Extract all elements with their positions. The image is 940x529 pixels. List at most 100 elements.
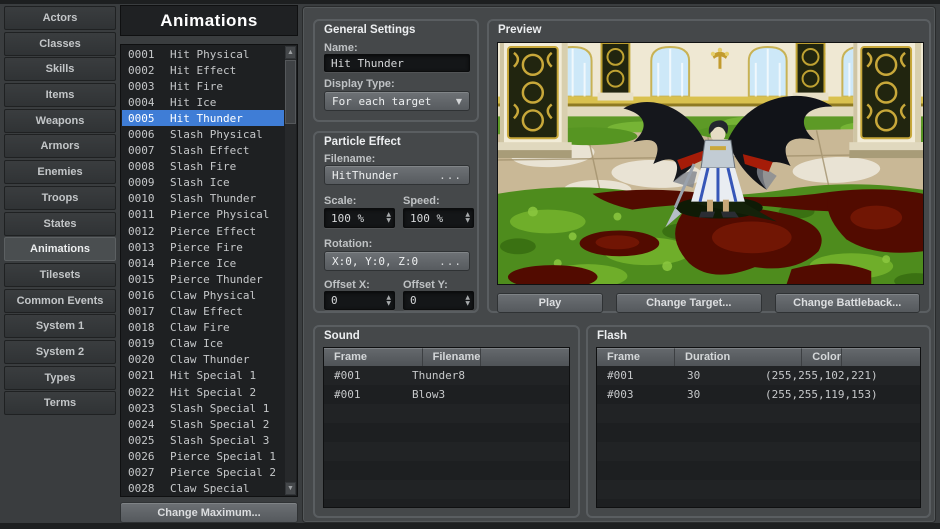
animation-list-item[interactable]: 0007 Slash Effect bbox=[122, 143, 284, 159]
animation-list-item[interactable]: 0006 Slash Physical bbox=[122, 126, 284, 142]
animations-listbox: 0001 Hit Physical 0002 Hit Effect 0003 H… bbox=[120, 44, 298, 497]
preview-actions: Play Change Target... Change Battleback.… bbox=[497, 293, 920, 313]
flash-row[interactable]: #003 30 (255,255,119,153) bbox=[597, 385, 920, 404]
sidebar-tab[interactable]: Tilesets bbox=[4, 263, 116, 287]
display-type-select[interactable]: For each target ▼ bbox=[324, 91, 470, 111]
animation-list-item[interactable]: 0008 Slash Fire bbox=[122, 159, 284, 175]
animation-list-item[interactable]: 0004 Hit Ice bbox=[122, 94, 284, 110]
preview-action-button[interactable]: Change Battleback... bbox=[775, 293, 921, 313]
scrollbar-thumb[interactable] bbox=[285, 60, 296, 124]
animation-list-item[interactable]: 0014 Pierce Ice bbox=[122, 255, 284, 271]
spinner-down-icon[interactable]: ▼ bbox=[386, 301, 391, 307]
sound-column-header: Frame bbox=[324, 348, 423, 366]
sidebar-tab[interactable]: Weapons bbox=[4, 109, 116, 133]
animation-name: Slash Special 3 bbox=[170, 434, 269, 447]
flash-header-gutter bbox=[842, 348, 920, 366]
change-maximum-button[interactable]: Change Maximum... bbox=[120, 502, 298, 523]
animation-list-item[interactable]: 0003 Hit Fire bbox=[122, 78, 284, 94]
animation-list-item[interactable]: 0021 Hit Special 1 bbox=[122, 368, 284, 384]
animation-id: 0006 bbox=[128, 128, 158, 141]
scale-spinbox[interactable]: 100 % ▲ ▼ bbox=[324, 208, 395, 228]
speed-value: 100 % bbox=[410, 212, 443, 225]
speed-spinbox[interactable]: 100 % ▲ ▼ bbox=[403, 208, 474, 228]
rotation-browse-field[interactable]: X:0, Y:0, Z:0 ... bbox=[324, 251, 470, 271]
animations-list: 0001 Hit Physical 0002 Hit Effect 0003 H… bbox=[122, 46, 284, 495]
animation-list-item[interactable]: 0011 Pierce Physical bbox=[122, 207, 284, 223]
animation-list-item[interactable]: 0025 Slash Special 3 bbox=[122, 432, 284, 448]
animation-name: Claw Ice bbox=[170, 337, 223, 350]
animations-database-window: Actors Classes Skills Items Weapons Armo… bbox=[0, 0, 940, 529]
sidebar-tab[interactable]: System 2 bbox=[4, 340, 116, 364]
animation-id: 0001 bbox=[128, 48, 158, 61]
animation-id: 0025 bbox=[128, 434, 158, 447]
offset-y-spinner[interactable]: ▲ ▼ bbox=[465, 292, 470, 309]
animation-list-item[interactable]: 0019 Claw Ice bbox=[122, 336, 284, 352]
animation-list-item[interactable]: 0015 Pierce Thunder bbox=[122, 271, 284, 287]
sidebar-tab[interactable]: Classes bbox=[4, 32, 116, 56]
ellipsis-icon: ... bbox=[439, 255, 462, 268]
sidebar-tab[interactable]: Enemies bbox=[4, 160, 116, 184]
animation-list-item[interactable]: 0009 Slash Ice bbox=[122, 175, 284, 191]
animation-list-item[interactable]: 0010 Slash Thunder bbox=[122, 191, 284, 207]
sidebar-tab[interactable]: Animations bbox=[4, 237, 116, 261]
sidebar-tab[interactable]: Armors bbox=[4, 134, 116, 158]
flash-frame-cell: #001 bbox=[597, 369, 677, 382]
offset-x-spinner[interactable]: ▲ ▼ bbox=[386, 292, 391, 309]
scrollbar-track[interactable] bbox=[285, 59, 296, 482]
sidebar-tab-label: Tilesets bbox=[40, 269, 81, 281]
animation-list-item[interactable]: 0012 Pierce Effect bbox=[122, 223, 284, 239]
sidebar-tab[interactable]: States bbox=[4, 212, 116, 236]
sidebar-tab[interactable]: System 1 bbox=[4, 314, 116, 338]
sound-row[interactable]: #001 Thunder8 bbox=[324, 366, 569, 385]
offset-y-value: 0 bbox=[410, 294, 417, 307]
animation-id: 0026 bbox=[128, 450, 158, 463]
animation-id: 0015 bbox=[128, 273, 158, 286]
sidebar-tab[interactable]: Items bbox=[4, 83, 116, 107]
animation-list-item[interactable]: 0001 Hit Physical bbox=[122, 46, 284, 62]
spinner-down-icon[interactable]: ▼ bbox=[465, 301, 470, 307]
animation-list-item[interactable]: 0023 Slash Special 1 bbox=[122, 400, 284, 416]
sidebar-tab[interactable]: Troops bbox=[4, 186, 116, 210]
preview-image bbox=[497, 42, 924, 285]
sidebar-tab[interactable]: Common Events bbox=[4, 289, 116, 313]
offset-x-spinbox[interactable]: 0 ▲ ▼ bbox=[324, 291, 395, 310]
preview-action-button[interactable]: Change Target... bbox=[616, 293, 762, 313]
animation-list-item[interactable]: 0002 Hit Effect bbox=[122, 62, 284, 78]
scroll-up-icon[interactable]: ▲ bbox=[285, 46, 296, 59]
animation-id: 0024 bbox=[128, 418, 158, 431]
name-input[interactable]: Hit Thunder bbox=[324, 54, 470, 72]
animation-list-item[interactable]: 0027 Pierce Special 2 bbox=[122, 464, 284, 480]
list-scrollbar[interactable]: ▲ ▼ bbox=[285, 46, 296, 495]
scale-spinner[interactable]: ▲ ▼ bbox=[386, 209, 391, 227]
sidebar-tab[interactable]: Terms bbox=[4, 391, 116, 415]
preview-action-button[interactable]: Play bbox=[497, 293, 603, 313]
animation-list-item[interactable]: 0022 Hit Special 2 bbox=[122, 384, 284, 400]
animation-list-item[interactable]: 0028 Claw Special bbox=[122, 481, 284, 495]
scroll-down-icon[interactable]: ▼ bbox=[285, 482, 296, 495]
offset-y-spinbox[interactable]: 0 ▲ ▼ bbox=[403, 291, 474, 310]
sidebar-tab[interactable]: Actors bbox=[4, 6, 116, 30]
filename-browse-field[interactable]: HitThunder ... bbox=[324, 165, 470, 185]
sound-header-gutter bbox=[481, 348, 569, 366]
flash-table-header: Frame Duration Color bbox=[597, 348, 920, 366]
animation-list-item[interactable]: 0016 Claw Physical bbox=[122, 287, 284, 303]
animation-list-item[interactable]: 0020 Claw Thunder bbox=[122, 352, 284, 368]
flash-table[interactable]: Frame Duration Color #001 30 bbox=[596, 347, 921, 508]
sound-row[interactable]: #001 Blow3 bbox=[324, 385, 569, 404]
sidebar-tab[interactable]: Skills bbox=[4, 57, 116, 81]
spinner-down-icon[interactable]: ▼ bbox=[465, 218, 470, 224]
sound-table[interactable]: Frame Filename #001 Thunder8 bbox=[323, 347, 570, 508]
particle-effect-title: Particle Effect bbox=[324, 136, 401, 148]
animation-list-item[interactable]: 0017 Claw Effect bbox=[122, 304, 284, 320]
animation-id: 0007 bbox=[128, 144, 158, 157]
speed-spinner[interactable]: ▲ ▼ bbox=[465, 209, 470, 227]
animation-list-item[interactable]: 0013 Pierce Fire bbox=[122, 239, 284, 255]
spinner-down-icon[interactable]: ▼ bbox=[386, 218, 391, 224]
animation-list-item[interactable]: 0024 Slash Special 2 bbox=[122, 416, 284, 432]
sidebar-tab[interactable]: Types bbox=[4, 366, 116, 390]
animation-list-item[interactable]: 0005 Hit Thunder bbox=[122, 110, 284, 126]
flash-row[interactable]: #001 30 (255,255,102,221) bbox=[597, 366, 920, 385]
animation-list-item[interactable]: 0018 Claw Fire bbox=[122, 320, 284, 336]
speed-label: Speed: bbox=[403, 195, 440, 207]
animation-list-item[interactable]: 0026 Pierce Special 1 bbox=[122, 448, 284, 464]
